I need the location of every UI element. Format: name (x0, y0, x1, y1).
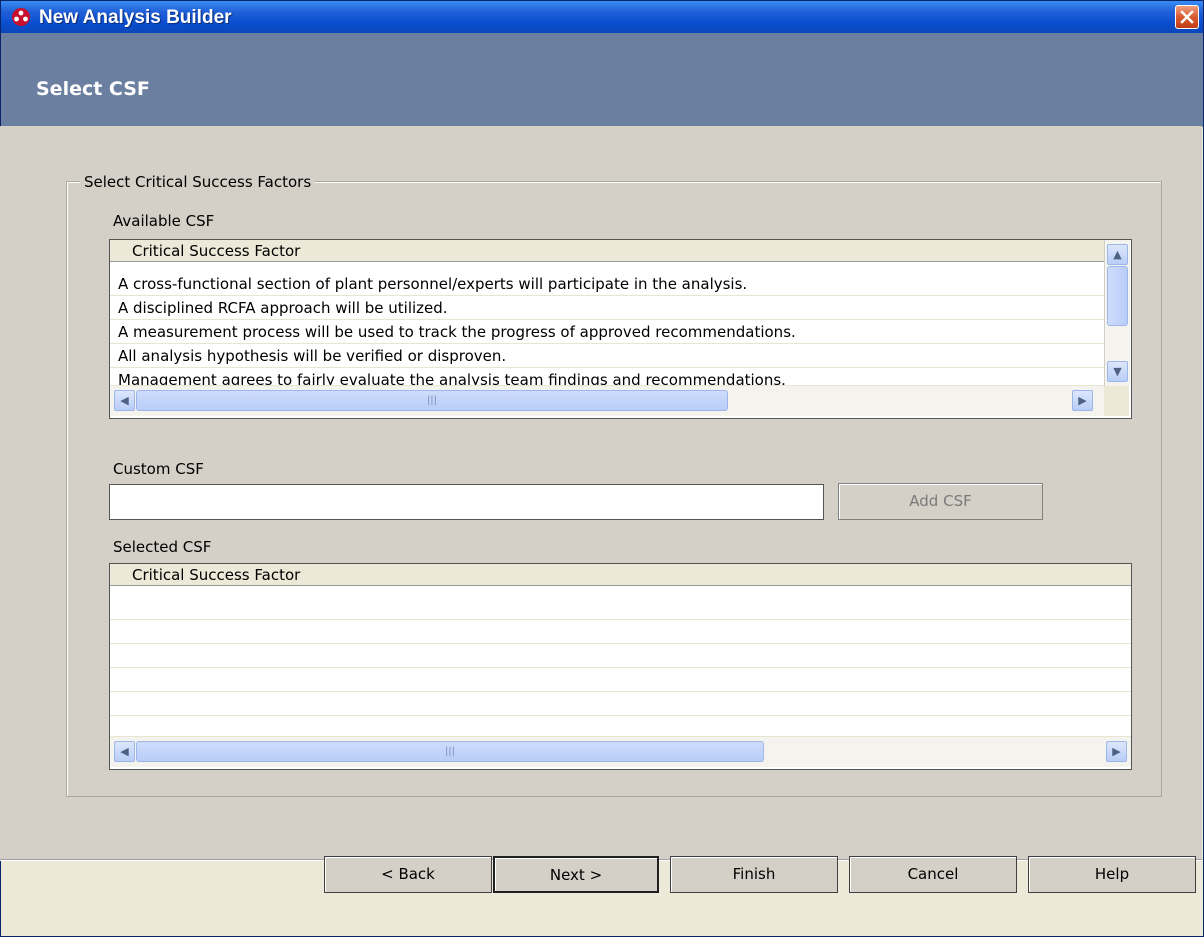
available-hscrollbar[interactable]: ◀ ||| ▶ (110, 386, 1104, 416)
close-button[interactable] (1175, 5, 1199, 29)
available-vscrollbar[interactable]: ▲ ▼ (1104, 240, 1130, 386)
hscroll-thumb[interactable]: ||| (136, 741, 764, 762)
hscroll-thumb[interactable]: ||| (136, 390, 728, 411)
app-logo-icon (12, 8, 30, 26)
window-title: New Analysis Builder (39, 7, 232, 28)
chevron-up-icon: ▲ (1113, 248, 1122, 261)
chevron-left-icon: ◀ (120, 745, 129, 758)
selected-csf-grid: Critical Success Factor ◀ ||| ▶ (109, 563, 1132, 770)
chevron-left-icon: ◀ (120, 394, 129, 407)
scroll-up-button[interactable]: ▲ (1107, 244, 1128, 265)
available-row-4[interactable]: All analysis hypothesis will be verified… (110, 344, 1104, 368)
scroll-right-button[interactable]: ▶ (1072, 390, 1093, 411)
selected-empty-row (110, 596, 1131, 620)
title-bar[interactable]: New Analysis Builder (1, 1, 1203, 33)
available-csf-grid: Critical Success Factor A cross-function… (109, 239, 1132, 419)
available-column-header[interactable]: Critical Success Factor (110, 240, 1104, 262)
scroll-left-button[interactable]: ◀ (114, 741, 135, 762)
selected-column-header[interactable]: Critical Success Factor (110, 564, 1131, 586)
help-button[interactable]: Help (1028, 856, 1196, 893)
scroll-down-button[interactable]: ▼ (1107, 361, 1128, 382)
chevron-right-icon: ▶ (1078, 394, 1087, 407)
selected-empty-row (110, 644, 1131, 668)
selected-hscrollbar[interactable]: ◀ ||| ▶ (110, 737, 1131, 767)
selected-empty-row (110, 716, 1131, 737)
available-row-1[interactable]: A cross-functional section of plant pers… (110, 272, 1104, 296)
next-button[interactable]: Next > (493, 856, 659, 893)
add-csf-button[interactable]: Add CSF (838, 483, 1043, 520)
selected-empty-row (110, 668, 1131, 692)
header-title-overlay: Select CSF (36, 78, 150, 100)
scroll-left-button[interactable]: ◀ (114, 390, 135, 411)
groupbox-legend: Select Critical Success Factors (80, 173, 316, 191)
back-button[interactable]: < Back (324, 856, 492, 893)
available-csf-label: Available CSF (113, 212, 215, 230)
finish-button[interactable]: Finish (670, 856, 838, 893)
available-row-5[interactable]: Management agrees to fairly evaluate the… (110, 368, 1104, 386)
chevron-down-icon: ▼ (1113, 365, 1122, 378)
vscroll-thumb[interactable] (1107, 266, 1128, 326)
chevron-right-icon: ▶ (1112, 745, 1121, 758)
close-icon (1180, 10, 1194, 24)
scroll-corner (1104, 386, 1129, 416)
custom-csf-input[interactable] (109, 484, 824, 520)
step-header: Select CSF (1, 33, 1203, 127)
selected-empty-row (110, 692, 1131, 716)
selected-empty-row (110, 620, 1131, 644)
available-row-2[interactable]: A disciplined RCFA approach will be util… (110, 296, 1104, 320)
selected-csf-label: Selected CSF (113, 538, 212, 556)
available-row-3[interactable]: A measurement process will be used to tr… (110, 320, 1104, 344)
scroll-right-button[interactable]: ▶ (1106, 741, 1127, 762)
custom-csf-label: Custom CSF (113, 460, 204, 478)
cancel-button[interactable]: Cancel (849, 856, 1017, 893)
